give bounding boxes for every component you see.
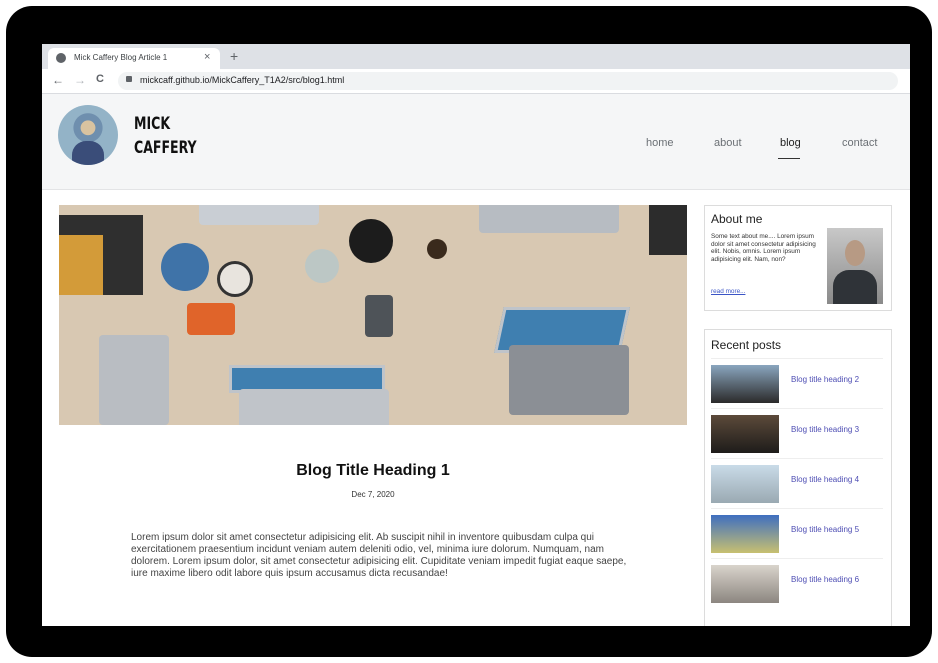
address-bar[interactable]: mickcaff.github.io/MickCaffery_T1A2/src/… xyxy=(118,72,898,90)
hero-power-bank xyxy=(365,295,393,337)
hero-cup xyxy=(217,261,253,297)
post-title[interactable]: Blog title heading 4 xyxy=(791,475,859,484)
tab-strip: Mick Caffery Blog Article 1 × + xyxy=(42,44,910,69)
post-title[interactable]: Blog title heading 5 xyxy=(791,525,859,534)
article-body: Lorem ipsum dolor sit amet consectetur a… xyxy=(131,532,627,579)
site-brand[interactable]: MICK CAFFERY xyxy=(134,112,197,160)
hero-image xyxy=(59,205,687,425)
nav-about[interactable]: about xyxy=(714,137,742,149)
browser-toolbar: ← → C mickcaff.github.io/MickCaffery_T1A… xyxy=(42,69,910,94)
recent-posts-title: Recent posts xyxy=(711,338,782,352)
hero-laptop-bottom xyxy=(239,389,389,425)
close-icon[interactable]: × xyxy=(204,51,210,63)
recent-post-item[interactable]: Blog title heading 3 xyxy=(711,408,883,457)
forward-icon[interactable]: → xyxy=(74,73,86,87)
post-thumbnail xyxy=(711,365,779,403)
article-date: Dec 7, 2020 xyxy=(351,490,395,499)
device-frame: Mick Caffery Blog Article 1 × + ← → C mi… xyxy=(6,6,932,657)
hero-tablet xyxy=(649,205,687,255)
about-photo xyxy=(827,228,883,304)
brand-line-1: MICK xyxy=(134,114,171,134)
brand-line-2: CAFFERY xyxy=(134,138,197,158)
lock-icon xyxy=(126,76,132,82)
nav-blog[interactable]: blog xyxy=(780,137,801,149)
post-thumbnail xyxy=(711,465,779,503)
hero-book xyxy=(59,235,103,295)
post-title[interactable]: Blog title heading 3 xyxy=(791,425,859,434)
post-thumbnail xyxy=(711,515,779,553)
article-title: Blog Title Heading 1 xyxy=(296,462,450,479)
post-thumbnail xyxy=(711,565,779,603)
browser-tab[interactable]: Mick Caffery Blog Article 1 × xyxy=(48,48,220,69)
avatar xyxy=(58,105,118,165)
about-card: About me Some text about me.... Lorem ip… xyxy=(704,205,892,311)
about-title: About me xyxy=(711,212,763,226)
recent-post-item[interactable]: Blog title heading 6 xyxy=(711,558,883,607)
back-icon[interactable]: ← xyxy=(52,73,64,87)
hero-hard-drive xyxy=(187,303,235,335)
post-title[interactable]: Blog title heading 6 xyxy=(791,575,859,584)
globe-icon xyxy=(56,53,66,63)
about-text: Some text about me.... Lorem ipsum dolor… xyxy=(711,233,816,263)
recent-post-item[interactable]: Blog title heading 5 xyxy=(711,508,883,557)
reload-icon[interactable]: C xyxy=(96,73,104,85)
site-header: MICK CAFFERY home about blog contact xyxy=(42,94,910,190)
hero-glass xyxy=(305,249,339,283)
new-tab-button[interactable]: + xyxy=(230,48,238,64)
url-text: mickcaff.github.io/MickCaffery_T1A2/src/… xyxy=(140,75,345,85)
recent-post-item[interactable]: Blog title heading 4 xyxy=(711,458,883,507)
tab-title: Mick Caffery Blog Article 1 xyxy=(74,53,168,62)
avatar-figure xyxy=(72,141,104,165)
hero-coffee xyxy=(427,239,447,259)
recent-post-item[interactable]: Blog title heading 2 xyxy=(711,358,883,407)
hero-laptop-right-top xyxy=(479,205,619,233)
hero-kettle xyxy=(349,219,393,263)
about-photo-body xyxy=(833,270,877,304)
post-thumbnail xyxy=(711,415,779,453)
hero-laptop-top xyxy=(199,205,319,225)
read-more-link[interactable]: read more... xyxy=(711,288,745,295)
nav-home[interactable]: home xyxy=(646,137,674,149)
browser-window: Mick Caffery Blog Article 1 × + ← → C mi… xyxy=(42,44,910,626)
hero-bowl xyxy=(161,243,209,291)
active-nav-underline xyxy=(778,158,800,159)
about-photo-head xyxy=(845,240,865,266)
hero-laptop-left xyxy=(99,335,169,425)
hero-laptop-keyboard xyxy=(509,345,629,415)
nav-contact[interactable]: contact xyxy=(842,137,877,149)
post-title[interactable]: Blog title heading 2 xyxy=(791,375,859,384)
recent-posts-card: Recent posts Blog title heading 2 Blog t… xyxy=(704,329,892,626)
